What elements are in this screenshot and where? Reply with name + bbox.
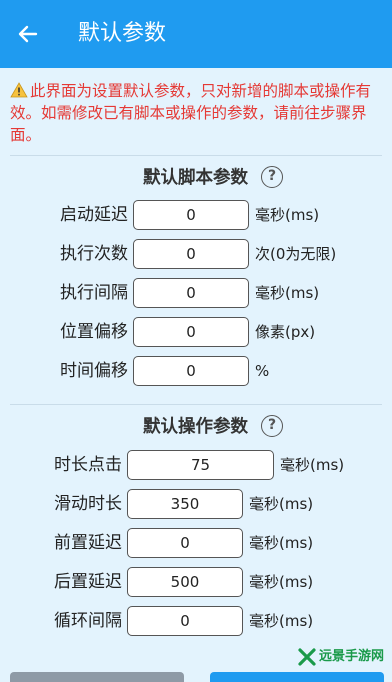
field-unit: 毫秒(ms)	[255, 206, 320, 224]
warning-notice: 此界面为设置默认参数，只对新增的脚本或操作有效。如需修改已有脚本或操作的参数，请…	[10, 80, 386, 146]
field-label: 位置偏移	[60, 322, 128, 342]
action-section-title: 默认操作参数	[143, 417, 248, 437]
watermark-text: 远景手游网	[318, 649, 384, 664]
field-unit: 毫秒(ms)	[249, 612, 314, 630]
field-label: 启动延迟	[60, 205, 128, 225]
script-section-title: 默认脚本参数	[143, 168, 248, 188]
action-help-icon[interactable]: ?	[261, 415, 283, 437]
page-title: 默认参数	[78, 21, 167, 46]
run-interval-input[interactable]	[133, 278, 249, 308]
field-label: 时间偏移	[60, 361, 128, 381]
field-unit: 次(0为无限)	[255, 245, 337, 263]
field-unit: 毫秒(ms)	[249, 573, 314, 591]
field-label: 后置延迟	[54, 572, 122, 592]
field-unit: 毫秒(ms)	[280, 456, 345, 474]
warning-text: 此界面为设置默认参数，只对新增的脚本或操作有效。如需修改已有脚本或操作的参数，请…	[10, 82, 372, 144]
field-label: 滑动时长	[54, 494, 122, 514]
loop-interval-input[interactable]	[127, 606, 243, 636]
warning-icon	[10, 82, 28, 98]
field-label: 时长点击	[54, 455, 122, 475]
bottom-left-button[interactable]	[10, 672, 184, 682]
field-unit: 毫秒(ms)	[249, 495, 314, 513]
back-arrow-icon[interactable]	[16, 22, 40, 46]
field-label: 循环间隔	[54, 611, 122, 631]
post-delay-input[interactable]	[127, 567, 243, 597]
click-duration-input[interactable]	[127, 450, 274, 480]
field-label: 执行间隔	[60, 283, 128, 303]
field-unit: 毫秒(ms)	[255, 284, 320, 302]
divider	[10, 155, 382, 156]
swipe-duration-input[interactable]	[127, 489, 243, 519]
pre-delay-input[interactable]	[127, 528, 243, 558]
field-label: 执行次数	[60, 244, 128, 264]
field-label: 前置延迟	[54, 533, 122, 553]
run-count-input[interactable]	[133, 239, 249, 269]
field-unit: 毫秒(ms)	[249, 534, 314, 552]
position-offset-input[interactable]	[133, 317, 249, 347]
field-unit: 像素(px)	[255, 323, 316, 341]
bottom-right-button[interactable]	[210, 672, 384, 682]
watermark-logo-icon	[298, 647, 316, 666]
divider	[10, 404, 382, 405]
app-bar: 默认参数	[0, 0, 392, 68]
script-help-icon[interactable]: ?	[261, 166, 283, 188]
time-offset-input[interactable]	[133, 356, 249, 386]
start-delay-input[interactable]	[133, 200, 249, 230]
field-unit: %	[255, 362, 270, 380]
watermark: 远景手游网	[297, 646, 384, 668]
